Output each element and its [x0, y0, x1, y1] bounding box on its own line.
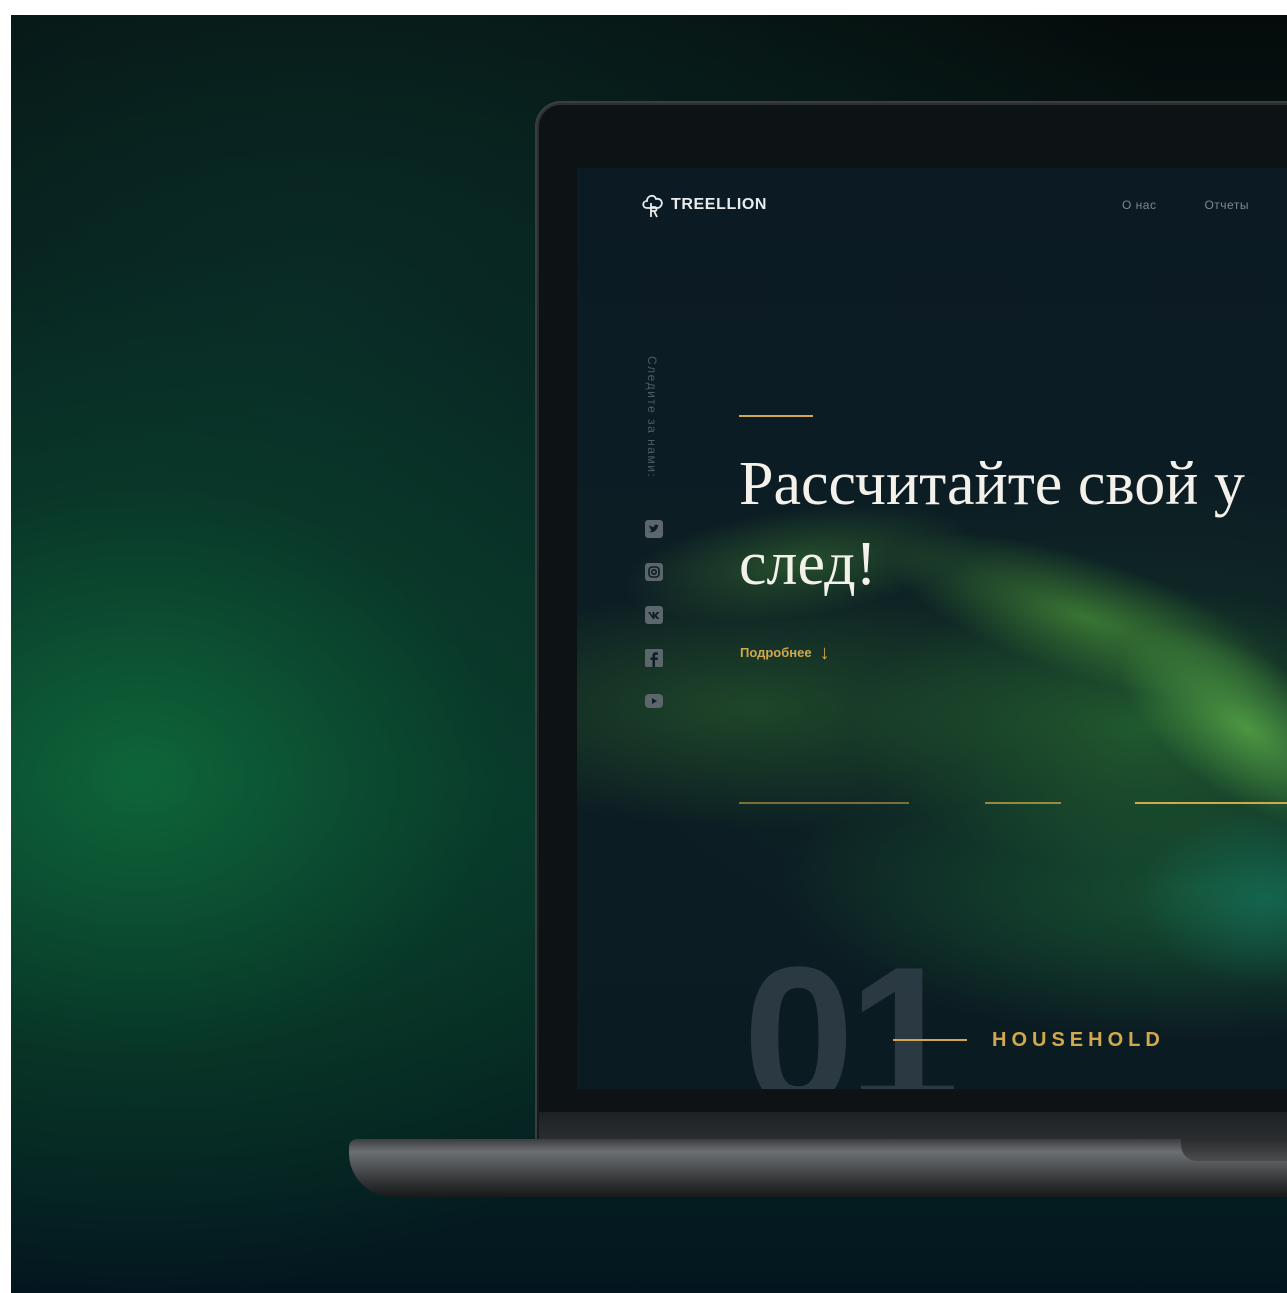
hero-accent-line [739, 415, 813, 417]
laptop-opening-notch [1181, 1139, 1287, 1161]
facebook-icon[interactable] [645, 649, 663, 667]
nav-item-reports[interactable]: Отчеты [1204, 198, 1248, 212]
laptop-base [349, 1139, 1287, 1197]
more-link-label: Подробнее [740, 645, 812, 660]
slider-indicator-active[interactable] [1135, 802, 1287, 804]
category-accent-line [893, 1039, 967, 1041]
more-link[interactable]: Подробнее ↓ [740, 641, 830, 664]
site-logo[interactable]: TREELLION [641, 192, 767, 218]
follow-us-label: Следите за нами: [645, 356, 659, 479]
vk-icon[interactable] [645, 606, 663, 624]
fir-branch-image [1137, 808, 1287, 988]
nav-item-about[interactable]: О нас [1122, 198, 1156, 212]
arrow-down-icon: ↓ [819, 641, 830, 664]
slider-indicator[interactable] [985, 802, 1061, 804]
youtube-icon[interactable] [645, 692, 663, 710]
brand-name: TREELLION [671, 196, 768, 213]
tree-logo-icon [641, 192, 665, 218]
category-label[interactable]: HOUSEHOLD [992, 1029, 1165, 1052]
instagram-icon[interactable] [645, 563, 663, 581]
section-number: 01 [743, 926, 959, 1090]
mockup-background: TREELLION О нас Отчеты Следите за нами: [11, 15, 1287, 1293]
laptop-chin [539, 1112, 1287, 1140]
twitter-icon[interactable] [645, 520, 663, 538]
slider-indicator[interactable] [739, 802, 909, 804]
laptop-lid: TREELLION О нас Отчеты Следите за нами: [535, 101, 1287, 1147]
hero-title: Рассчитайте свой у след! [739, 450, 1245, 598]
main-nav: О нас Отчеты [1122, 198, 1249, 212]
laptop-bezel: TREELLION О нас Отчеты Следите за нами: [539, 105, 1287, 1147]
website-screen: TREELLION О нас Отчеты Следите за нами: [577, 168, 1287, 1089]
